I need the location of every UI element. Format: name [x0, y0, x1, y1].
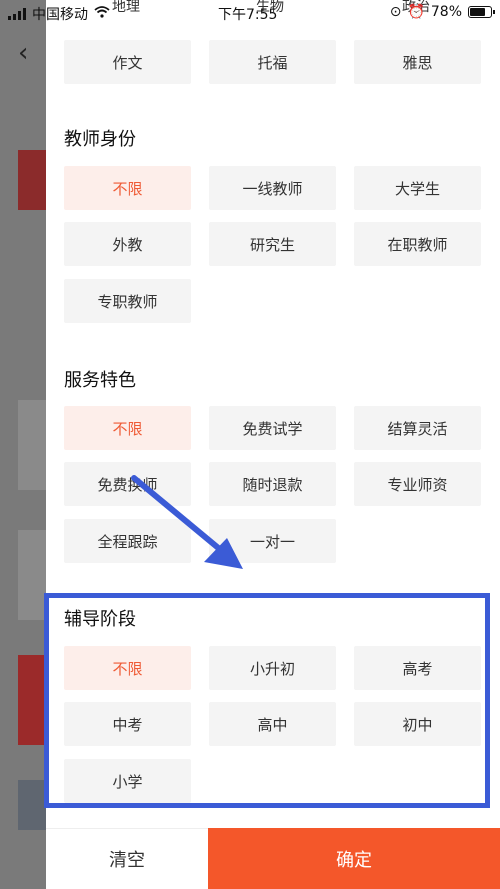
battery-icon [468, 6, 495, 18]
alarm-icon: ⏰ [407, 4, 425, 20]
status-bar: 中国移动 下午7:55 ⊙ ⏰ 78% [0, 0, 500, 26]
wifi-icon [94, 6, 110, 22]
carrier-label: 中国移动 [32, 7, 88, 23]
battery-percent: 78% [430, 4, 462, 20]
orientation-lock-icon: ⊙ [389, 4, 402, 20]
signal-icon [8, 8, 26, 20]
clock: 下午7:55 [218, 7, 278, 23]
annotation-highlight-box [44, 593, 490, 808]
